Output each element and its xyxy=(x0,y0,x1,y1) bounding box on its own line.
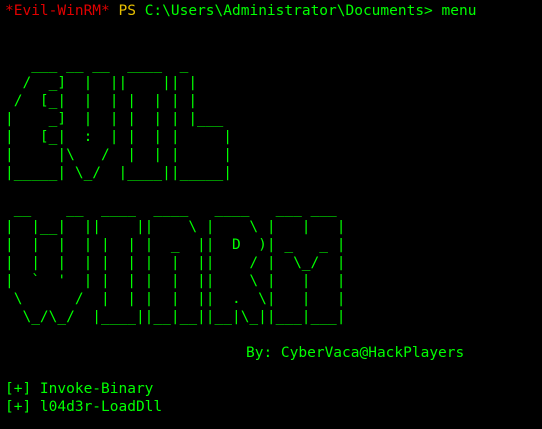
shell-tag: *Evil-WinRM* xyxy=(5,3,110,19)
terminal-window[interactable]: *Evil-WinRM* PS C:\Users\Administrator\D… xyxy=(0,0,542,429)
command-prompt-line: *Evil-WinRM* PS C:\Users\Administrator\D… xyxy=(5,2,476,20)
typed-command: menu xyxy=(441,3,477,19)
ascii-banner: ___ __ __ ____ _ / _] | || || | / [_| | … xyxy=(5,57,346,325)
ps-label: PS xyxy=(118,3,136,19)
current-path: C:\Users\Administrator\Documents> xyxy=(144,3,433,19)
menu-list: [+] Invoke-Binary [+] l04d3r-LoadDll xyxy=(5,380,162,416)
menu-item-loader-loaddll: [+] l04d3r-LoadDll xyxy=(5,399,163,415)
author-credit: By: CyberVaca@HackPlayers xyxy=(246,345,465,361)
menu-item-invoke-binary: [+] Invoke-Binary xyxy=(5,381,154,397)
